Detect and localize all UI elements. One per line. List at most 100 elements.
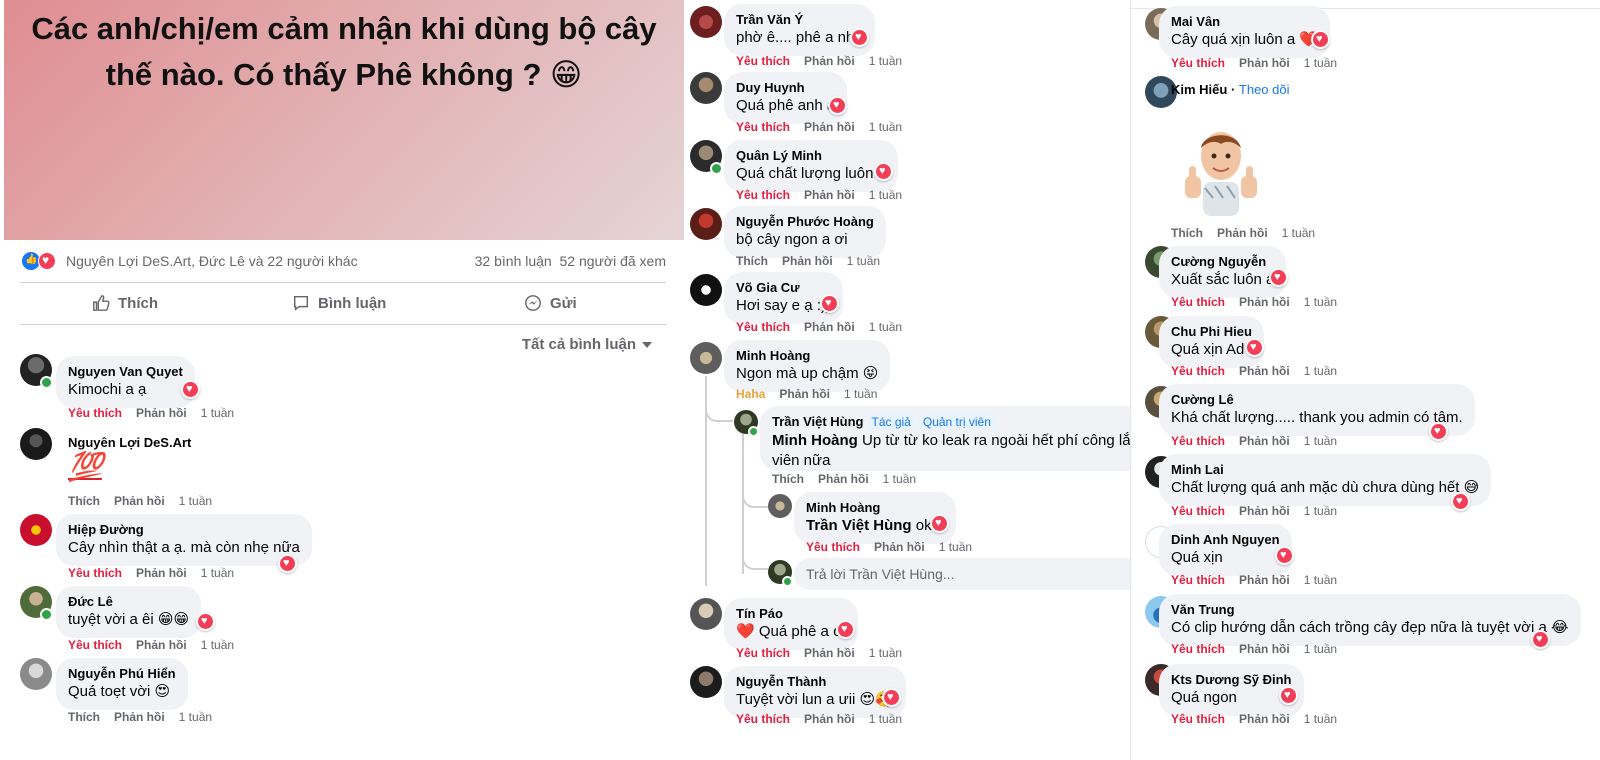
comment-time[interactable]: 1 tuần <box>869 120 902 134</box>
love-reaction-icon[interactable] <box>850 28 869 47</box>
comment-time[interactable]: 1 tuần <box>1304 56 1337 70</box>
like-button[interactable]: Thích <box>92 294 158 312</box>
comment-time[interactable]: 1 tuần <box>1304 573 1337 587</box>
comment-time[interactable]: 1 tuần <box>201 638 234 652</box>
reply-button[interactable]: Phản hồi <box>1239 364 1290 378</box>
avatar[interactable] <box>768 494 792 518</box>
reply-button[interactable]: Phản hồi <box>136 566 187 580</box>
like-comment-button[interactable]: Thích <box>68 710 100 724</box>
reply-button[interactable]: Phản hồi <box>818 472 869 486</box>
like-comment-button[interactable]: Thích <box>1171 226 1203 240</box>
love-reaction-icon[interactable] <box>1275 546 1294 565</box>
comment-time[interactable]: 1 tuần <box>869 54 902 68</box>
liked-button[interactable]: Yêu thích <box>1171 56 1225 70</box>
like-comment-button[interactable]: Thích <box>68 494 100 508</box>
mention-link[interactable]: Minh Hoàng <box>772 432 858 449</box>
comment-time[interactable]: 1 tuần <box>1304 504 1337 518</box>
haha-button[interactable]: Haha <box>736 387 765 401</box>
like-comment-button[interactable]: Thích <box>736 254 768 268</box>
love-reaction-icon[interactable] <box>1245 338 1264 357</box>
liked-button[interactable]: Yêu thích <box>1171 295 1225 309</box>
liked-button[interactable]: Yêu thích <box>1171 573 1225 587</box>
comment-author[interactable]: Cường Nguyễn <box>1171 253 1274 270</box>
reply-button[interactable]: Phản hồi <box>136 638 187 652</box>
love-reaction-icon[interactable] <box>1279 686 1298 705</box>
reply-button[interactable]: Phản hồi <box>114 710 165 724</box>
comment-author[interactable]: Văn Trung <box>1171 601 1569 618</box>
comment-author[interactable]: Chu Phi Hieu <box>1171 323 1252 340</box>
comment-time[interactable]: 1 tuần <box>1304 642 1337 656</box>
reply-button[interactable]: Phản hồi <box>804 54 855 68</box>
reply-button[interactable]: Phản hồi <box>1239 434 1290 448</box>
love-reaction-icon[interactable] <box>1451 492 1470 511</box>
comment-author[interactable]: Trần Văn Ý <box>736 11 863 28</box>
love-reaction-icon[interactable] <box>930 514 949 533</box>
liked-button[interactable]: Yêu thích <box>736 646 790 660</box>
reply-button[interactable]: Phản hồi <box>804 320 855 334</box>
comment-time[interactable]: 1 tuần <box>201 406 234 420</box>
reply-button[interactable]: Phản hồi <box>1239 712 1290 726</box>
reply-button[interactable]: Phản hồi <box>804 712 855 726</box>
reaction-icons[interactable] <box>20 252 60 270</box>
reply-button[interactable]: Phản hồi <box>804 120 855 134</box>
comment-time[interactable]: 1 tuần <box>1304 364 1337 378</box>
comment-author[interactable]: Kts Dương Sỹ Đinh <box>1171 671 1292 688</box>
love-reaction-icon[interactable] <box>828 96 847 115</box>
liked-button[interactable]: Yêu thích <box>68 566 122 580</box>
comment-author[interactable]: Minh Lai <box>1171 461 1479 478</box>
liked-button[interactable]: Yêu thích <box>736 188 790 202</box>
liked-button[interactable]: Yêu thích <box>806 540 860 554</box>
love-reaction-icon[interactable] <box>882 688 901 707</box>
love-reaction-icon[interactable] <box>1311 30 1330 49</box>
love-reaction-icon[interactable] <box>278 554 297 573</box>
view-count[interactable]: 52 người đã xem <box>560 253 667 269</box>
love-reaction-icon[interactable] <box>181 380 200 399</box>
liked-button[interactable]: Yêu thích <box>68 406 122 420</box>
reply-button[interactable]: Phản hồi <box>1239 642 1290 656</box>
comment-author[interactable]: Nguyễn Phú Hiển <box>68 665 176 682</box>
avatar[interactable] <box>20 658 52 690</box>
reply-button[interactable]: Phản hồi <box>136 406 187 420</box>
comment-author[interactable]: Cường Lê <box>1171 391 1463 408</box>
like-comment-button[interactable]: Thích <box>772 472 804 486</box>
love-reaction-icon[interactable] <box>1429 422 1448 441</box>
comment-author[interactable]: Trần Việt Hùng <box>772 414 864 429</box>
comment-time[interactable]: 1 tuần <box>179 494 212 508</box>
comment-time[interactable]: 1 tuần <box>844 387 877 401</box>
reply-button[interactable]: Phản hồi <box>804 646 855 660</box>
reactors-list[interactable]: Nguyên Lợi DeS.Art, Đức Lê và 22 người k… <box>66 253 358 269</box>
avatar[interactable] <box>690 666 722 698</box>
avatar[interactable] <box>690 6 722 38</box>
comment-time[interactable]: 1 tuần <box>1282 226 1315 240</box>
reply-button[interactable]: Phản hồi <box>1217 226 1268 240</box>
comment-author[interactable]: Nguyen Van Quyet <box>68 363 183 380</box>
love-reaction-icon[interactable] <box>196 612 215 631</box>
comment-time[interactable]: 1 tuần <box>847 254 880 268</box>
comment-button[interactable]: Bình luận <box>292 294 386 312</box>
liked-button[interactable]: Yêu thích <box>1171 434 1225 448</box>
avatar[interactable] <box>690 208 722 240</box>
comment-time[interactable]: 1 tuần <box>1304 295 1337 309</box>
comment-author[interactable]: Duy Huynh <box>736 79 835 96</box>
comment-time[interactable]: 1 tuần <box>869 646 902 660</box>
avatar[interactable] <box>690 72 722 104</box>
comment-time[interactable]: 1 tuần <box>1304 712 1337 726</box>
comment-author[interactable]: Nguyên Lợi DeS.Art <box>68 435 191 450</box>
love-reaction-icon[interactable] <box>1531 630 1550 649</box>
comment-time[interactable]: 1 tuần <box>939 540 972 554</box>
comment-time[interactable]: 1 tuần <box>179 710 212 724</box>
liked-button[interactable]: Yêu thích <box>68 638 122 652</box>
comment-author[interactable]: Minh Hoàng <box>736 347 878 364</box>
reply-button[interactable]: Phản hồi <box>1239 573 1290 587</box>
liked-button[interactable]: Yêu thích <box>1171 364 1225 378</box>
reply-button[interactable]: Phản hồi <box>782 254 833 268</box>
comment-author[interactable]: Hiệp Đường <box>68 521 300 538</box>
love-reaction-icon[interactable] <box>1269 268 1288 287</box>
avatar[interactable] <box>690 274 722 306</box>
comment-author[interactable]: Dinh Anh Nguyen <box>1171 531 1280 548</box>
reply-button[interactable]: Phản hồi <box>1239 295 1290 309</box>
reply-input[interactable]: Trả lời Trần Việt Hùng... <box>794 558 1130 590</box>
liked-button[interactable]: Yêu thích <box>736 320 790 334</box>
comment-author[interactable]: Nguyễn Phước Hoàng <box>736 213 874 230</box>
reply-button[interactable]: Phản hồi <box>779 387 830 401</box>
